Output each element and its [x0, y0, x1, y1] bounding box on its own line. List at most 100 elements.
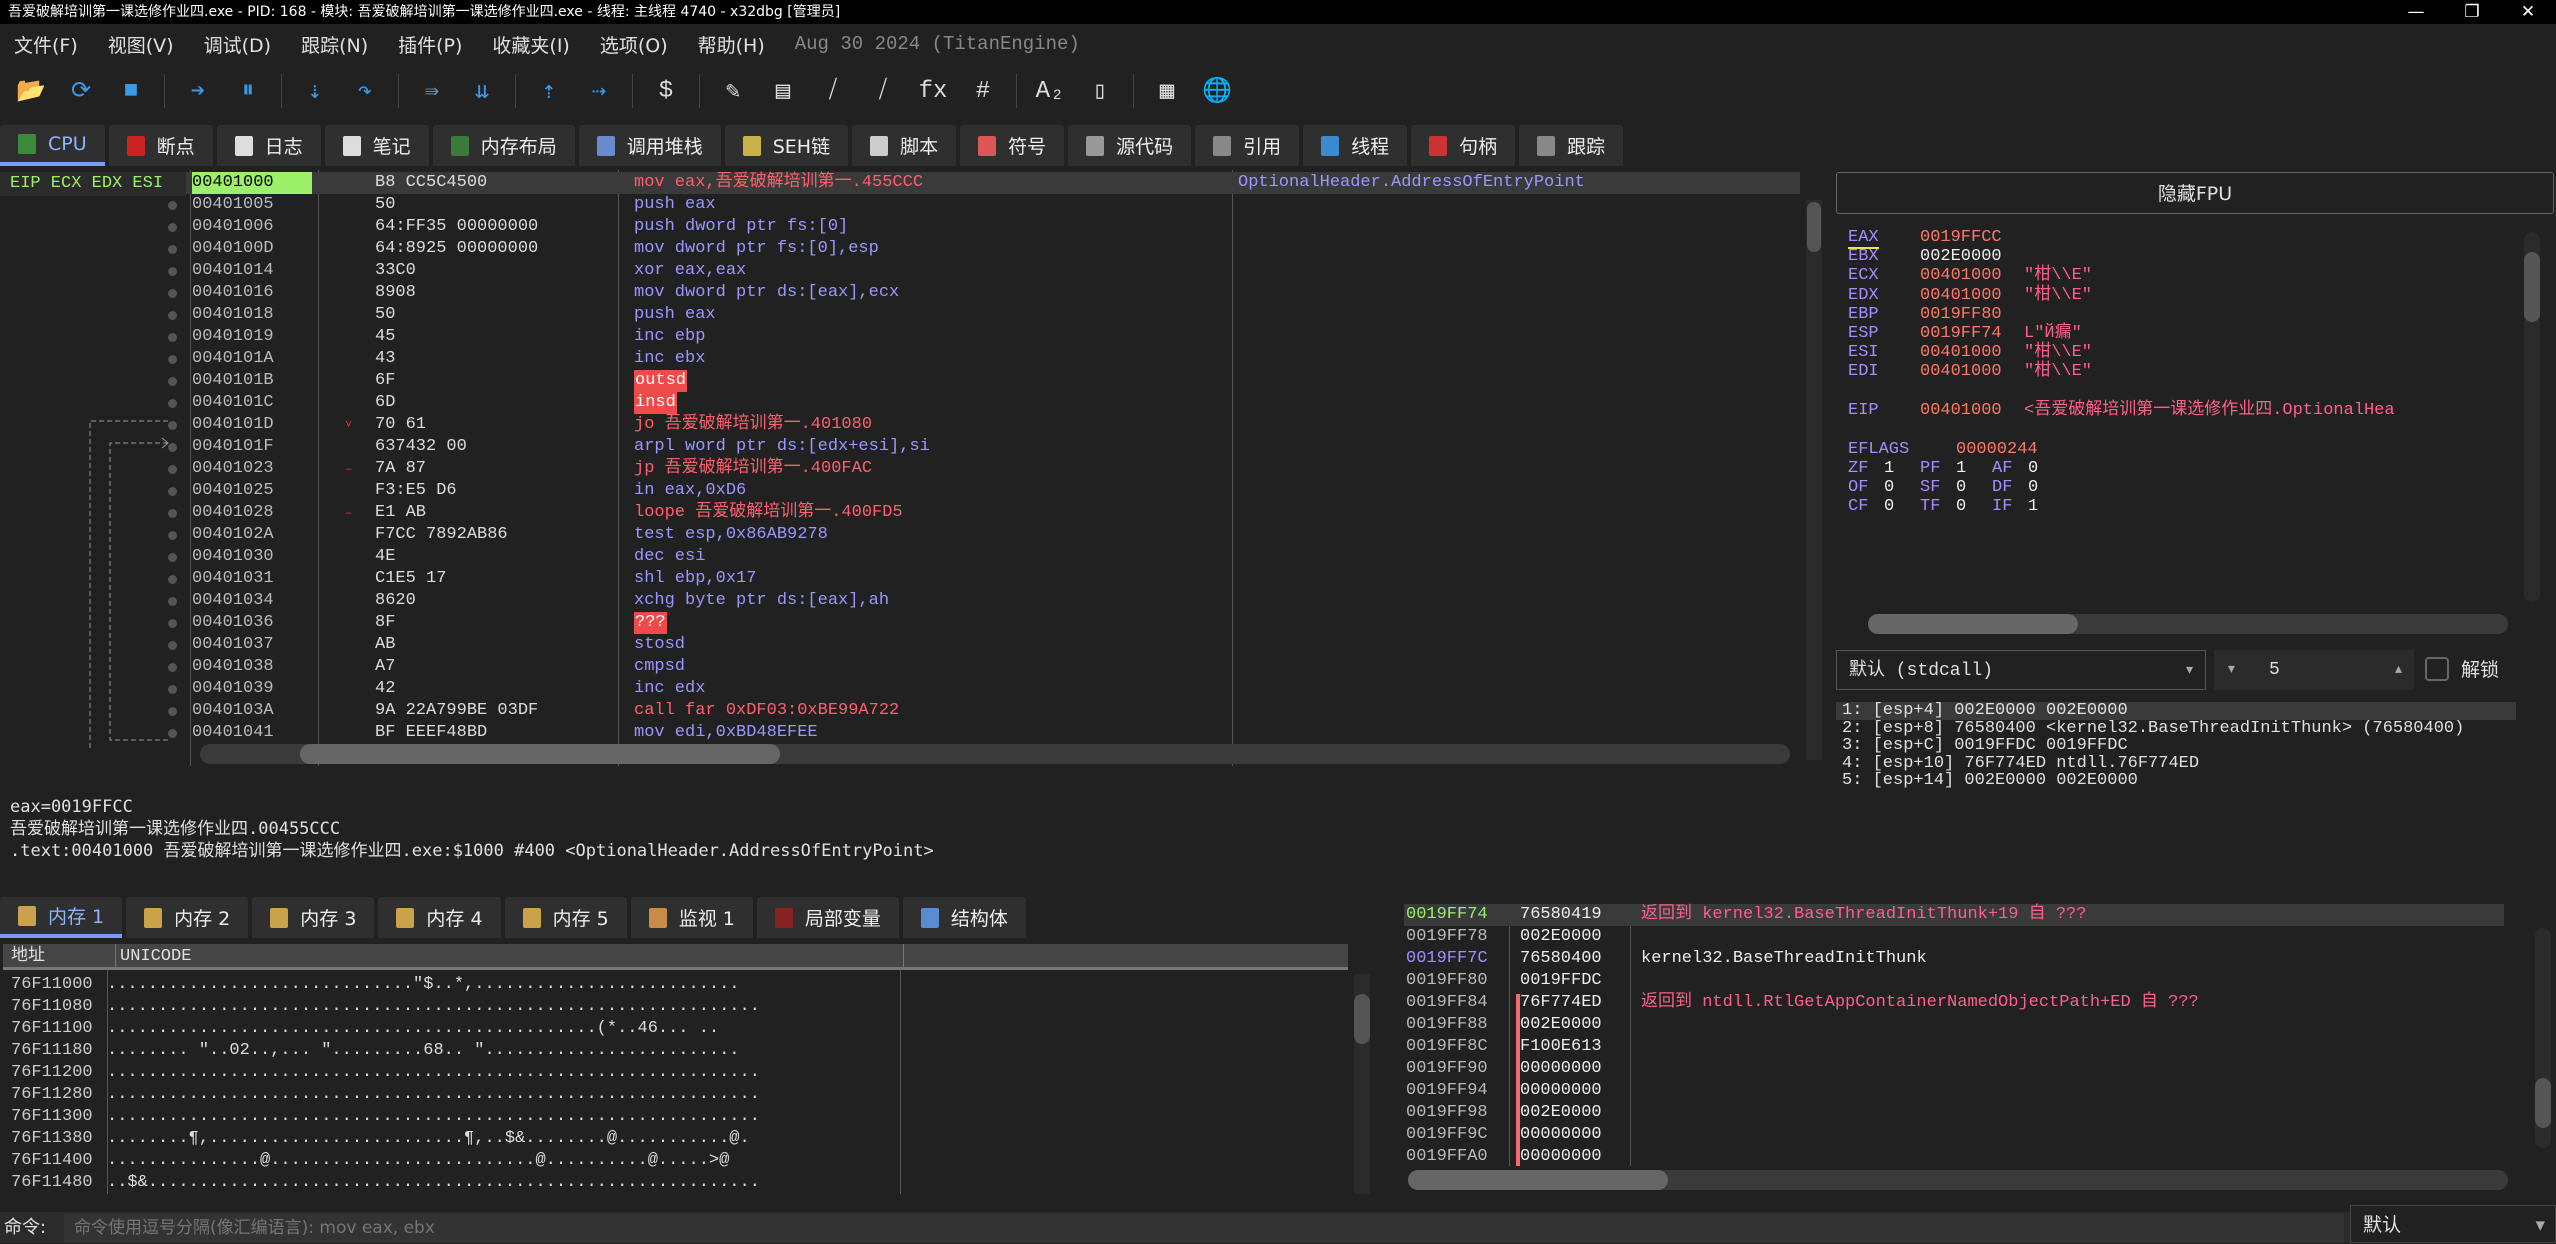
breakpoint-dot-icon[interactable]	[168, 641, 177, 650]
register-value[interactable]: 00401000	[1920, 401, 2002, 420]
close-button[interactable]: ✕	[2500, 0, 2556, 24]
register-value[interactable]: 00401000	[1920, 343, 2002, 362]
memory-dump[interactable]: 地址 UNICODE 76F11000.....................…	[0, 944, 1380, 1196]
stack-row[interactable]: 0019FF84 76F774ED 返回到 ntdll.RtlGetAppConta…	[1404, 992, 2504, 1014]
register-name[interactable]: ECX	[1848, 266, 1879, 285]
disasm-row[interactable]: 00401028 – E1 AB loope 吾爱破解培训第一.400FD5	[0, 502, 1800, 524]
globe-button[interactable]: 🌐	[1200, 74, 1234, 108]
argument-row[interactable]: 4: [esp+10] 76F774ED ntdll.76F774ED	[1836, 754, 2516, 773]
minimize-button[interactable]: —	[2388, 0, 2444, 24]
breakpoint-dot-icon[interactable]	[168, 729, 177, 738]
disasm-row[interactable]: 0040101A 43 inc ebx	[0, 348, 1800, 370]
disasm-row[interactable]: 0040103A 9A 22A799BE 03DF call far 0xDF03:…	[0, 700, 1800, 722]
flag-value[interactable]: 0	[1884, 478, 1894, 497]
disasm-row[interactable]: 00401041 BF EEEF48BD mov edi,0xBD48EFEE	[0, 722, 1800, 744]
tab-内存 5[interactable]: 内存 5	[504, 897, 627, 938]
breakpoint-dot-icon[interactable]	[168, 443, 177, 452]
checkbox-icon[interactable]	[2425, 656, 2449, 681]
flag-value[interactable]: 0	[1956, 497, 1966, 516]
command-mode-select[interactable]: 默认 ▾	[2350, 1205, 2556, 1243]
breakpoint-dot-icon[interactable]	[168, 201, 177, 210]
device-button[interactable]: ▯	[1083, 74, 1117, 108]
argument-row[interactable]: 5: [esp+14] 002E0000 002E0000	[1836, 772, 2516, 790]
breakpoint-dot-icon[interactable]	[168, 663, 177, 672]
tab-局部变量[interactable]: 局部变量	[756, 897, 899, 938]
disasm-row[interactable]: 00401019 45 inc ebp	[0, 326, 1800, 348]
calculator-button[interactable]: ▦	[1150, 74, 1184, 108]
breakpoint-dot-icon[interactable]	[168, 487, 177, 496]
breakpoint-dot-icon[interactable]	[168, 377, 177, 386]
tab-SEH链[interactable]: SEH链	[724, 125, 849, 166]
increment-icon[interactable]: ▴	[2393, 650, 2404, 690]
hash-button[interactable]: #	[966, 74, 1000, 108]
labels-button[interactable]: ⧸	[816, 74, 850, 108]
disasm-row[interactable]: 0040100D 64:8925 00000000 mov dword ptr fs…	[0, 238, 1800, 260]
functions-button[interactable]: fx	[916, 74, 950, 108]
unlock-checkbox[interactable]: 解锁	[2425, 655, 2499, 682]
register-value[interactable]: 0019FF80	[1920, 305, 2002, 324]
tab-线程[interactable]: 线程	[1303, 125, 1408, 166]
register-value[interactable]: 00401000	[1920, 286, 2002, 305]
disasm-row[interactable]: 00401037 AB stosd	[0, 634, 1800, 656]
flag-value[interactable]: 0	[1956, 478, 1966, 497]
dump-row[interactable]: 76F11000 .............................."$…	[3, 974, 740, 996]
breakpoint-dot-icon[interactable]	[168, 223, 177, 232]
disasm-row[interactable]: 00401016 8908 mov dword ptr ds:[eax],ecx	[0, 282, 1800, 304]
flag-value[interactable]: 0	[2028, 478, 2038, 497]
decrement-icon[interactable]: ▾	[2226, 650, 2237, 690]
open-folder-button[interactable]: 📂	[14, 74, 48, 108]
menu-item[interactable]: 跟踪(N)	[301, 31, 368, 58]
calling-convention-select[interactable]: 默认 (stdcall) ▾	[1836, 650, 2206, 690]
breakpoint-dot-icon[interactable]	[168, 685, 177, 694]
register-name[interactable]: EDI	[1848, 362, 1879, 381]
breakpoint-dot-icon[interactable]	[168, 553, 177, 562]
disasm-row[interactable]: 0040101F 637432 00 arpl word ptr ds:[edx+e…	[0, 436, 1800, 458]
breakpoint-dot-icon[interactable]	[168, 311, 177, 320]
register-name[interactable]: EBX	[1848, 247, 1879, 266]
dump-row[interactable]: 76F11380 ........¶,......................…	[3, 1128, 750, 1150]
register-name[interactable]: EIP	[1848, 401, 1879, 420]
tab-内存 1[interactable]: 内存 1	[0, 897, 123, 938]
menu-item[interactable]: 选项(O)	[600, 31, 668, 58]
comments-button[interactable]: ▤	[766, 74, 800, 108]
tab-监视 1[interactable]: 监视 1	[630, 897, 753, 938]
argument-row[interactable]: 1: [esp+4] 002E0000 002E0000	[1836, 702, 2516, 720]
tab-内存 4[interactable]: 内存 4	[378, 897, 501, 938]
dump-row[interactable]: 76F11200................................…	[3, 1062, 760, 1084]
stack-row[interactable]: 0019FF94 00000000	[1404, 1080, 2504, 1102]
font-button[interactable]: A₂	[1033, 74, 1067, 108]
arguments-list[interactable]: 1: [esp+4] 002E0000 002E0000 2: [esp+8] 7…	[1836, 702, 2516, 790]
tab-内存布局[interactable]: 内存布局	[432, 125, 575, 166]
restart-button[interactable]: ⟳	[64, 74, 98, 108]
dump-scrollbar[interactable]	[1354, 974, 1370, 1194]
menu-item[interactable]: 插件(P)	[398, 31, 462, 58]
step-into-button[interactable]: ⇣	[298, 74, 332, 108]
tab-跟踪[interactable]: 跟踪	[1519, 125, 1624, 166]
register-name[interactable]: ESP	[1848, 324, 1879, 343]
breakpoint-dot-icon[interactable]	[168, 531, 177, 540]
disasm-row[interactable]: 0040102A F7CC 7892AB86 test esp,0x86AB9278	[0, 524, 1800, 546]
breakpoint-dot-icon[interactable]	[168, 465, 177, 474]
disasm-row[interactable]: 00401039 42 inc edx	[0, 678, 1800, 700]
register-name[interactable]: EDX	[1848, 286, 1879, 305]
argument-row[interactable]: 3: [esp+C] 0019FFDC 0019FFDC	[1836, 737, 2516, 755]
breakpoint-dot-icon[interactable]	[168, 333, 177, 342]
stack-row[interactable]: 0019FF80 0019FFDC	[1404, 970, 2504, 992]
stack-row[interactable]: 0019FF78 002E0000	[1404, 926, 2504, 948]
register-name[interactable]: EFLAGS	[1848, 440, 1909, 459]
stack-row[interactable]: 0019FF7C 76580400 kernel32.BaseThreadInitT…	[1404, 948, 2504, 970]
register-value[interactable]: 0019FFCC	[1920, 228, 2002, 247]
tab-调用堆栈[interactable]: 调用堆栈	[578, 125, 721, 166]
breakpoint-dot-icon[interactable]	[168, 245, 177, 254]
stack-row[interactable]: 0019FF74 76580419 返回到 kernel32.BaseThreadI…	[1404, 904, 2504, 926]
tab-引用[interactable]: 引用	[1195, 125, 1300, 166]
tab-断点[interactable]: 断点	[108, 125, 213, 166]
disasm-row[interactable]: 00401018 50 push eax	[0, 304, 1800, 326]
run-button[interactable]: ➔	[181, 74, 215, 108]
trace-into-button[interactable]: ⇛	[415, 74, 449, 108]
flag-value[interactable]: 0	[2028, 459, 2038, 478]
disasm-row[interactable]: 0040101D ˅ 70 61 jo 吾爱破解培训第一.401080	[0, 414, 1800, 436]
register-value[interactable]: 00401000	[1920, 266, 2002, 285]
bookmarks-button[interactable]: ⧸	[866, 74, 900, 108]
flag-value[interactable]: 1	[1884, 459, 1894, 478]
